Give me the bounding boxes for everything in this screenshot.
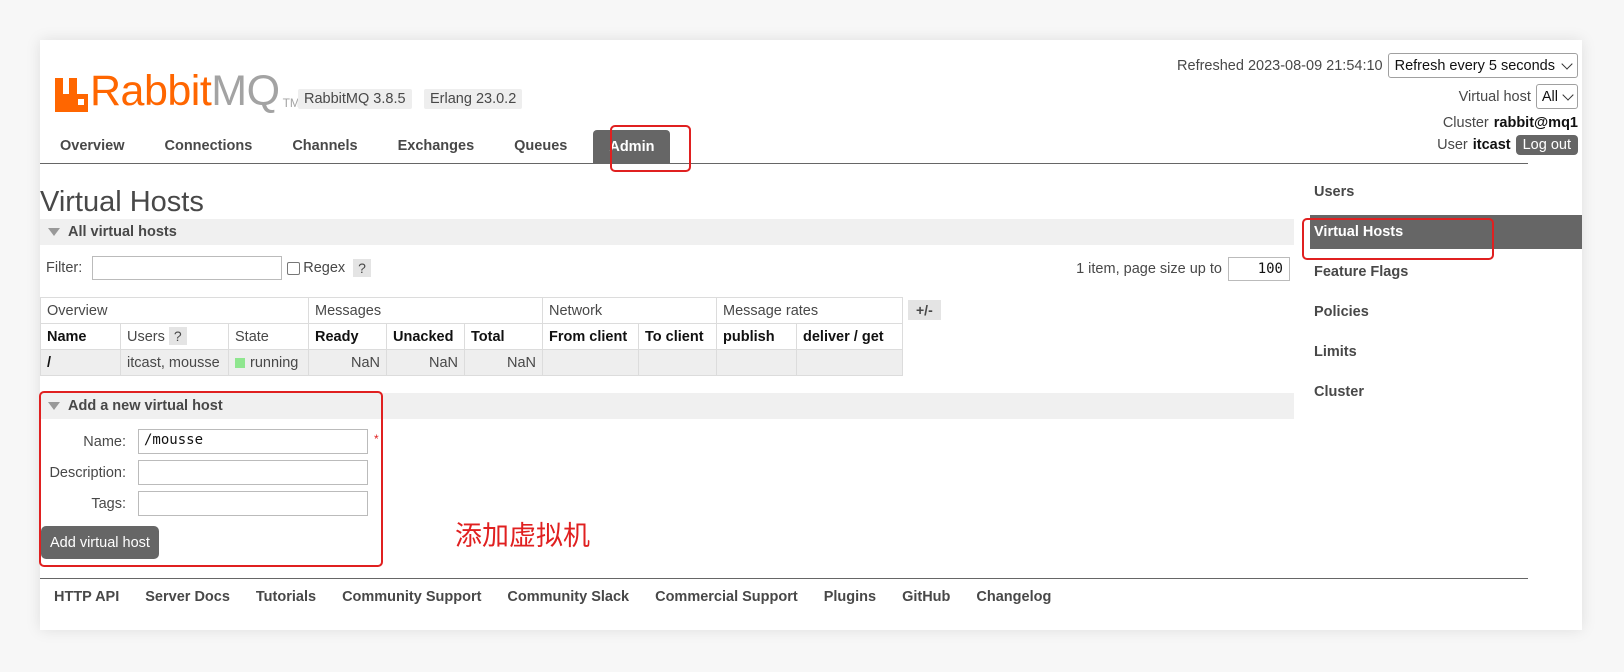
sidebar-item-cluster[interactable]: Cluster: [1310, 375, 1582, 409]
col-total[interactable]: Total: [464, 323, 543, 350]
group-messages: Messages: [308, 297, 543, 324]
tab-overview[interactable]: Overview: [40, 128, 145, 164]
filter-input[interactable]: [92, 256, 283, 280]
footer-link-server-docs[interactable]: Server Docs: [145, 589, 230, 605]
group-message-rates: Message rates: [716, 297, 903, 324]
page-title: Virtual Hosts: [40, 186, 204, 218]
columns-toggle-button[interactable]: +/-: [908, 300, 941, 320]
vhost-label: Virtual host: [1458, 88, 1531, 105]
row-from-client: [542, 349, 639, 376]
filter-row: Filter: Regex ?: [46, 256, 371, 280]
regex-label: Regex: [303, 260, 346, 276]
add-vhost-highlight: [39, 391, 383, 567]
page-size-input[interactable]: 100: [1228, 257, 1290, 281]
tab-connections[interactable]: Connections: [145, 128, 273, 164]
users-help-button[interactable]: ?: [168, 327, 187, 345]
row-to-client: [638, 349, 717, 376]
section-all-vhosts[interactable]: All virtual hosts: [40, 219, 1294, 245]
running-status-icon: [235, 357, 245, 368]
sidebar-item-feature-flags[interactable]: Feature Flags: [1310, 255, 1582, 289]
erlang-badge: Erlang 23.0.2: [424, 89, 523, 109]
row-deliver-get: [796, 349, 903, 376]
row-name-link[interactable]: /: [40, 349, 121, 376]
logo-text-rabbit: Rabbit: [90, 67, 212, 115]
vhost-row: Virtual host All: [1459, 84, 1578, 109]
row-unacked: NaN: [386, 349, 465, 376]
refresh-row: Refreshed 2023-08-09 21:54:10 Refresh ev…: [1177, 53, 1578, 78]
col-publish[interactable]: publish: [716, 323, 797, 350]
row-state: running: [228, 349, 309, 376]
admin-sidebar: Users Virtual Hosts Feature Flags Polici…: [1310, 175, 1582, 415]
col-to-client[interactable]: To client: [638, 323, 717, 350]
footer-link-github[interactable]: GitHub: [902, 589, 950, 605]
vhosts-table: Overview Messages Network Message rates …: [40, 297, 903, 376]
tab-exchanges[interactable]: Exchanges: [378, 128, 495, 164]
version-badge: RabbitMQ 3.8.5: [298, 89, 412, 109]
sidebar-item-users[interactable]: Users: [1310, 175, 1582, 209]
row-ready: NaN: [308, 349, 387, 376]
footer-link-commercial-support[interactable]: Commercial Support: [655, 589, 798, 605]
col-state: State: [228, 323, 309, 350]
main-nav: Overview Connections Channels Exchanges …: [40, 128, 1528, 164]
table-row: / itcast, mousse running NaN NaN NaN: [40, 349, 903, 376]
page: RabbitMQ TM RabbitMQ 3.8.5 Erlang 23.0.2…: [39, 40, 1582, 630]
footer-link-http-api[interactable]: HTTP API: [54, 589, 119, 605]
group-overview: Overview: [40, 297, 309, 324]
row-total: NaN: [464, 349, 543, 376]
collapse-triangle-icon: [48, 228, 60, 236]
col-ready[interactable]: Ready: [308, 323, 387, 350]
annotation-text: 添加虚拟机: [455, 521, 590, 551]
col-users: Users ?: [120, 323, 229, 350]
footer-link-community-slack[interactable]: Community Slack: [507, 589, 629, 605]
admin-tab-highlight: [610, 125, 691, 172]
filter-label: Filter:: [46, 260, 83, 276]
footer-link-plugins[interactable]: Plugins: [824, 589, 876, 605]
vhost-select[interactable]: All: [1535, 84, 1578, 109]
logo-text-mq: MQ: [211, 67, 280, 115]
virtual-hosts-highlight: [1302, 218, 1494, 260]
footer-link-community-support[interactable]: Community Support: [342, 589, 481, 605]
tab-queues[interactable]: Queues: [494, 128, 587, 164]
chevron-down-icon: [1562, 88, 1574, 101]
regex-checkbox[interactable]: [287, 261, 301, 275]
row-publish: [716, 349, 797, 376]
page-info: 1 item, page size up to: [1076, 261, 1222, 277]
rabbit-logo-icon: [55, 78, 88, 112]
page-size-row: 1 item, page size up to 100: [1076, 257, 1290, 281]
regex-help-button[interactable]: ?: [353, 259, 371, 277]
col-name[interactable]: Name: [40, 323, 121, 350]
refreshed-text: Refreshed 2023-08-09 21:54:10: [1177, 57, 1383, 74]
sidebar-item-policies[interactable]: Policies: [1310, 295, 1582, 329]
col-from-client[interactable]: From client: [542, 323, 639, 350]
rabbitmq-logo[interactable]: RabbitMQ TM: [55, 66, 300, 115]
group-network: Network: [542, 297, 717, 324]
tab-channels[interactable]: Channels: [272, 128, 377, 164]
chevron-down-icon: [1561, 57, 1573, 70]
row-users: itcast, mousse: [120, 349, 229, 376]
footer: HTTP API Server Docs Tutorials Community…: [40, 578, 1528, 614]
refresh-select[interactable]: Refresh every 5 seconds: [1387, 53, 1578, 78]
footer-link-changelog[interactable]: Changelog: [976, 589, 1051, 605]
sidebar-item-limits[interactable]: Limits: [1310, 335, 1582, 369]
col-deliver-get[interactable]: deliver / get: [796, 323, 903, 350]
col-unacked[interactable]: Unacked: [386, 323, 465, 350]
footer-link-tutorials[interactable]: Tutorials: [256, 589, 316, 605]
